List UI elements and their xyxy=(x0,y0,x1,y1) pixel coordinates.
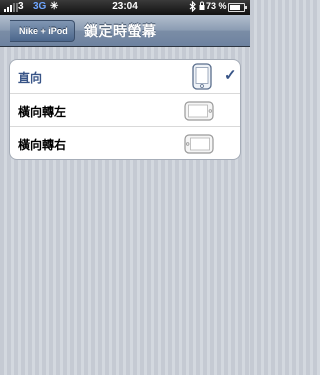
portrait-device-icon xyxy=(192,63,212,90)
checkmark-icon: ✓ xyxy=(224,67,237,84)
option-label: 橫向轉左 xyxy=(18,105,67,119)
option-label: 直向 xyxy=(18,71,43,85)
landscape-right-device-icon xyxy=(184,134,214,154)
back-button[interactable]: Nike + iPod xyxy=(10,20,75,42)
landscape-left-device-icon xyxy=(184,101,214,121)
page-title: 鎖定時螢幕 xyxy=(84,23,157,39)
option-row-landscape-right[interactable]: 橫向轉右 xyxy=(10,126,240,159)
option-row-portrait[interactable]: 直向 ✓ xyxy=(10,60,240,93)
navigation-bar: Nike + iPod 鎖定時螢幕 xyxy=(0,15,250,47)
battery-percent: 73 % xyxy=(206,1,227,11)
orientation-lock-icon xyxy=(199,1,205,14)
status-bar: 3 3G ✳ 23:04 73 % xyxy=(0,0,250,15)
battery-icon xyxy=(228,3,247,12)
bluetooth-icon xyxy=(189,0,196,15)
orientation-options-group: 直向 ✓ 橫向轉左 橫向轉右 xyxy=(9,59,241,160)
option-label: 橫向轉右 xyxy=(18,138,67,152)
option-row-landscape-left[interactable]: 橫向轉左 xyxy=(10,93,240,126)
back-button-label: Nike + iPod xyxy=(19,26,68,36)
